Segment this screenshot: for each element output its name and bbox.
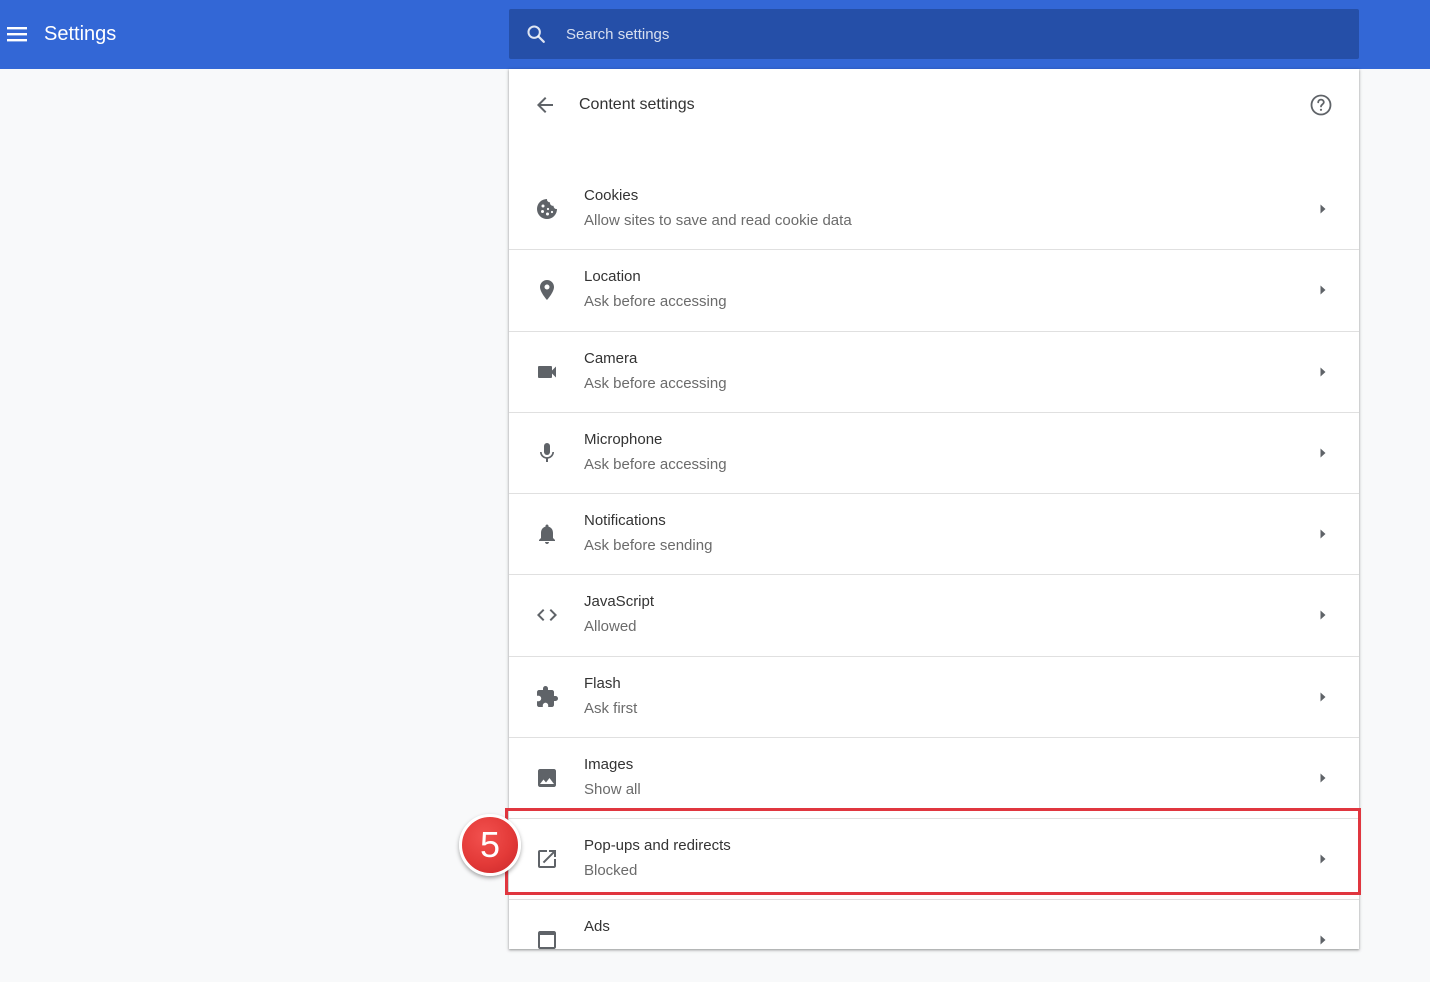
chevron-right-icon: [1317, 528, 1329, 540]
image-icon: [535, 766, 559, 790]
setting-row-camera[interactable]: Camera Ask before accessing: [509, 332, 1359, 413]
cookie-icon: [535, 197, 559, 221]
setting-title: Ads: [584, 918, 610, 936]
setting-row-cookies[interactable]: Cookies Allow sites to save and read coo…: [509, 169, 1359, 251]
hamburger-menu-icon[interactable]: [6, 23, 28, 45]
setting-row-ads[interactable]: Ads: [509, 900, 1359, 981]
app-title: Settings: [44, 23, 117, 45]
page-title: Content settings: [579, 96, 695, 113]
setting-title: Pop-ups and redirects: [584, 837, 731, 854]
chevron-right-icon: [1317, 609, 1329, 621]
setting-title: Location: [584, 268, 641, 286]
setting-subtitle: Ask before accessing: [584, 293, 727, 311]
content-settings-card: Content settings Cookies Allow sites to …: [509, 69, 1359, 950]
setting-title: Camera: [584, 349, 638, 367]
setting-subtitle: Allow sites to save and read cookie data: [584, 212, 852, 229]
chevron-right-icon: [1317, 366, 1329, 378]
puzzle-piece-icon: [535, 685, 559, 709]
chevron-right-icon: [1317, 203, 1329, 215]
search-icon[interactable]: [525, 23, 547, 45]
setting-subtitle: Ask before sending: [584, 537, 713, 554]
setting-title: Microphone: [584, 430, 663, 448]
chevron-right-icon: [1317, 934, 1329, 946]
search-box[interactable]: [509, 9, 1359, 59]
chevron-right-icon: [1317, 772, 1329, 784]
setting-subtitle: Ask first: [584, 699, 638, 717]
setting-subtitle: Ask before accessing: [584, 455, 727, 473]
setting-subtitle: Ask before accessing: [584, 374, 727, 392]
setting-title: Notifications: [584, 512, 666, 529]
bell-icon: [535, 522, 559, 546]
chevron-right-icon: [1317, 691, 1329, 703]
open-in-new-icon: [535, 847, 559, 871]
setting-row-images[interactable]: Images Show all: [509, 738, 1359, 819]
help-circle-icon[interactable]: [1309, 93, 1333, 117]
setting-row-location[interactable]: Location Ask before accessing: [509, 250, 1359, 332]
arrow-back-icon[interactable]: [533, 93, 557, 117]
step-number-badge: 5: [459, 814, 521, 876]
code-icon: [535, 603, 559, 627]
setting-title: Images: [584, 755, 634, 773]
setting-subtitle: Show all: [584, 780, 641, 798]
setting-subtitle: Allowed: [584, 618, 637, 636]
setting-title: Flash: [584, 674, 621, 692]
location-pin-icon: [535, 278, 559, 302]
setting-title: JavaScript: [584, 593, 655, 611]
top-toolbar: Settings: [0, 0, 1430, 69]
search-input[interactable]: [561, 9, 1341, 59]
chevron-right-icon: [1317, 447, 1329, 459]
card-header: Content settings: [509, 69, 1359, 141]
setting-row-flash[interactable]: Flash Ask first: [509, 657, 1359, 738]
setting-title: Cookies: [584, 187, 639, 204]
setting-row-javascript[interactable]: JavaScript Allowed: [509, 575, 1359, 657]
chevron-right-icon: [1317, 284, 1329, 296]
microphone-icon: [535, 441, 559, 465]
setting-row-microphone[interactable]: Microphone Ask before accessing: [509, 413, 1359, 494]
setting-row-popups[interactable]: Pop-ups and redirects Blocked: [509, 819, 1359, 901]
camera-icon: [535, 360, 559, 384]
chevron-right-icon: [1317, 853, 1329, 865]
ads-icon: [535, 928, 559, 952]
setting-subtitle: Blocked: [584, 862, 638, 879]
content-settings-list: Cookies Allow sites to save and read coo…: [509, 169, 1359, 982]
setting-row-notifications[interactable]: Notifications Ask before sending: [509, 494, 1359, 576]
